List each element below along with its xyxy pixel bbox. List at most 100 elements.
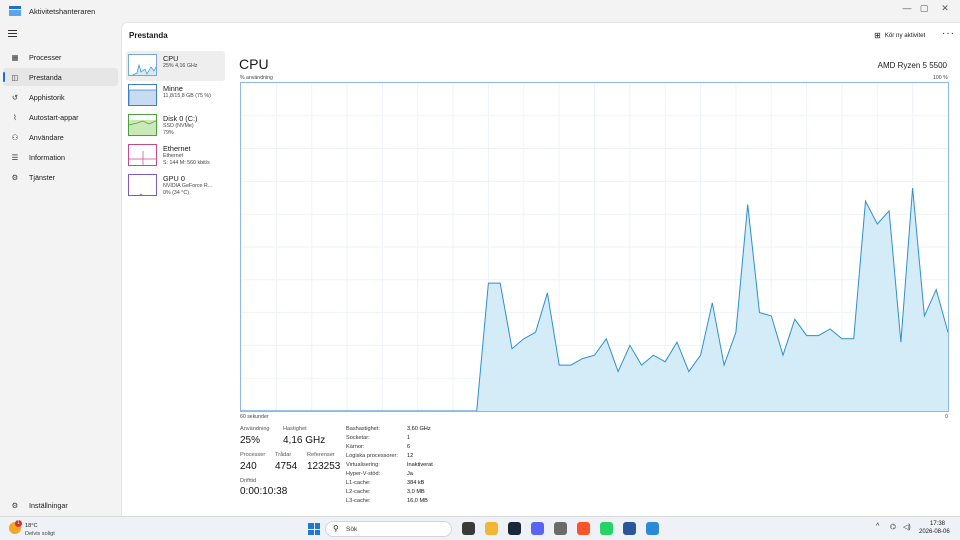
sidebar-item-användare[interactable]: ⚇ Användare	[3, 128, 118, 146]
device-thumbnail	[128, 144, 157, 166]
spec-value: 3,60 GHz	[407, 426, 431, 432]
sidebar-item-label: Information	[29, 152, 65, 162]
device-detail: 25% 4,16 GHz	[163, 63, 198, 69]
device-thumbnail	[128, 54, 157, 76]
sidebar-item-tjänster[interactable]: ⚙ Tjänster	[3, 168, 118, 186]
uptime-value: 0:00:10:38	[240, 486, 288, 497]
spec-value: 384 kB	[407, 480, 425, 486]
tray-chevron-icon[interactable]: ^	[876, 523, 879, 530]
taskview-icon[interactable]	[462, 522, 475, 535]
sidebar-item-information[interactable]: ☰ Information	[3, 148, 118, 166]
device-name: Ethernet	[163, 144, 191, 153]
sidebar-item-label: Tjänster	[29, 172, 55, 182]
whatsapp-icon[interactable]	[600, 522, 613, 535]
sidebar-item-autostart-appar[interactable]: ⌇ Autostart-appar	[3, 108, 118, 126]
settings-app-icon[interactable]	[554, 522, 567, 535]
hamburger-menu-icon[interactable]	[8, 30, 17, 37]
title-bar: Aktivitetshanteraren — ▢ ✕	[0, 0, 960, 22]
device-name: Disk 0 (C:)	[163, 114, 198, 123]
device-item-disk-0-c-[interactable]: Disk 0 (C:) SSD (NVMe) 79%	[126, 111, 225, 141]
search-icon: ⚲	[333, 524, 339, 533]
spec-label: L1-cache:	[346, 480, 371, 486]
sidebar-item-label: Prestanda	[29, 72, 62, 82]
performance-icon: ◫	[11, 72, 19, 82]
device-name: Minne	[163, 84, 183, 93]
device-thumbnail	[128, 84, 157, 106]
history-icon: ↺	[11, 92, 19, 102]
sidebar-item-label: Processer	[29, 52, 62, 62]
device-thumbnail	[128, 174, 157, 196]
threads-label: Trådar	[275, 452, 292, 458]
device-item-gpu-0[interactable]: GPU 0 NVIDIA GeForce R... 0% (34 °C)	[126, 171, 225, 201]
users-icon: ⚇	[11, 132, 19, 142]
start-button[interactable]	[308, 523, 320, 535]
network-icon[interactable]: ⌬	[890, 523, 896, 531]
brave-icon[interactable]	[577, 522, 590, 535]
details-icon: ☰	[11, 152, 19, 162]
spec-label: Hyper-V-stöd:	[346, 471, 381, 477]
run-task-icon: ⊞	[874, 31, 881, 40]
close-button[interactable]: ✕	[935, 3, 955, 14]
device-name: GPU 0	[163, 174, 185, 183]
window-title: Aktivitetshanteraren	[29, 6, 96, 16]
cpu-heading: CPU	[239, 56, 269, 72]
device-item-ethernet[interactable]: Ethernet Ethernet S: 144 M: 560 kbit/s	[126, 141, 225, 171]
uptime-label: Drifttid	[240, 478, 257, 484]
device-item-cpu[interactable]: CPU 25% 4,16 GHz	[126, 51, 225, 81]
clock-time[interactable]: 17:38	[930, 521, 945, 527]
steam-icon[interactable]	[508, 522, 521, 535]
usage-label: Användning	[240, 426, 270, 432]
services-icon: ⚙	[11, 172, 19, 182]
spec-value: 12	[407, 453, 414, 459]
speed-value: 4,16 GHz	[283, 435, 326, 446]
spec-label: Logiska processorer:	[346, 453, 398, 459]
cpu-model: AMD Ryzen 5 5500	[877, 61, 947, 70]
search-box[interactable]: ⚲ Sök	[325, 521, 452, 537]
sidebar-item-label: Användare	[29, 132, 64, 142]
weather-condition: Delvis soligt	[25, 531, 55, 537]
x-axis-left-label: 60 sekunder	[240, 414, 269, 420]
device-detail: NVIDIA GeForce R...	[163, 183, 213, 189]
device-thumbnail	[128, 114, 157, 136]
sidebar-item-apphistorik[interactable]: ↺ Apphistorik	[3, 88, 118, 106]
maximize-button[interactable]: ▢	[914, 3, 934, 14]
task-manager-app-icon	[9, 6, 21, 16]
run-task-label: Kör ny aktivitet	[884, 32, 926, 39]
spec-label: Bashastighet:	[346, 426, 380, 432]
task-manager-icon[interactable]	[646, 522, 659, 535]
sidebar-item-prestanda[interactable]: ◫ Prestanda	[3, 68, 118, 86]
run-new-task-button[interactable]: ⊞ Kör ny aktivitet	[874, 31, 925, 40]
spec-value: 16,0 MB	[407, 498, 428, 504]
startup-icon: ⌇	[13, 112, 17, 122]
sidebar-item-label: Inställningar	[29, 500, 68, 510]
spec-value: 3,0 MB	[407, 489, 425, 495]
device-name: CPU	[163, 54, 179, 63]
speed-label: Hastighet	[283, 426, 307, 432]
threads-value: 4754	[275, 461, 298, 472]
device-detail: SSD (NVMe)	[163, 123, 194, 129]
spec-label: Socketar:	[346, 435, 370, 441]
spec-value: Inaktiverat	[407, 462, 433, 468]
volume-icon[interactable]: ◁)	[903, 523, 911, 531]
word-icon[interactable]	[623, 522, 636, 535]
sidebar-item-processer[interactable]: ▦ Processer	[3, 48, 118, 66]
handles-label: Referenser	[307, 452, 335, 458]
spec-value: 1	[407, 435, 411, 441]
more-options-button[interactable]: ···	[942, 28, 955, 39]
cpu-usage-chart	[241, 83, 948, 411]
cpu-usage-graph	[240, 82, 949, 412]
spec-value: Ja	[407, 471, 413, 477]
sidebar-item-label: Apphistorik	[29, 92, 65, 102]
device-detail: Ethernet	[163, 153, 184, 159]
usage-value: 25%	[240, 435, 261, 446]
file-explorer-icon[interactable]	[485, 522, 498, 535]
device-item-minne[interactable]: Minne 11,8/15,8 GB (75 %)	[126, 81, 225, 111]
clock-date[interactable]: 2026-08-06	[919, 529, 950, 535]
spec-label: Kärnor:	[346, 444, 365, 450]
weather-temperature: 18°C	[25, 523, 38, 529]
sidebar-item-settings[interactable]: ⚙ Inställningar	[3, 496, 118, 514]
discord-icon[interactable]	[531, 522, 544, 535]
device-detail: 0% (34 °C)	[163, 190, 189, 196]
device-detail: S: 144 M: 560 kbit/s	[163, 160, 210, 166]
weather-widget[interactable]: 1 18°C Delvis soligt	[9, 520, 89, 538]
